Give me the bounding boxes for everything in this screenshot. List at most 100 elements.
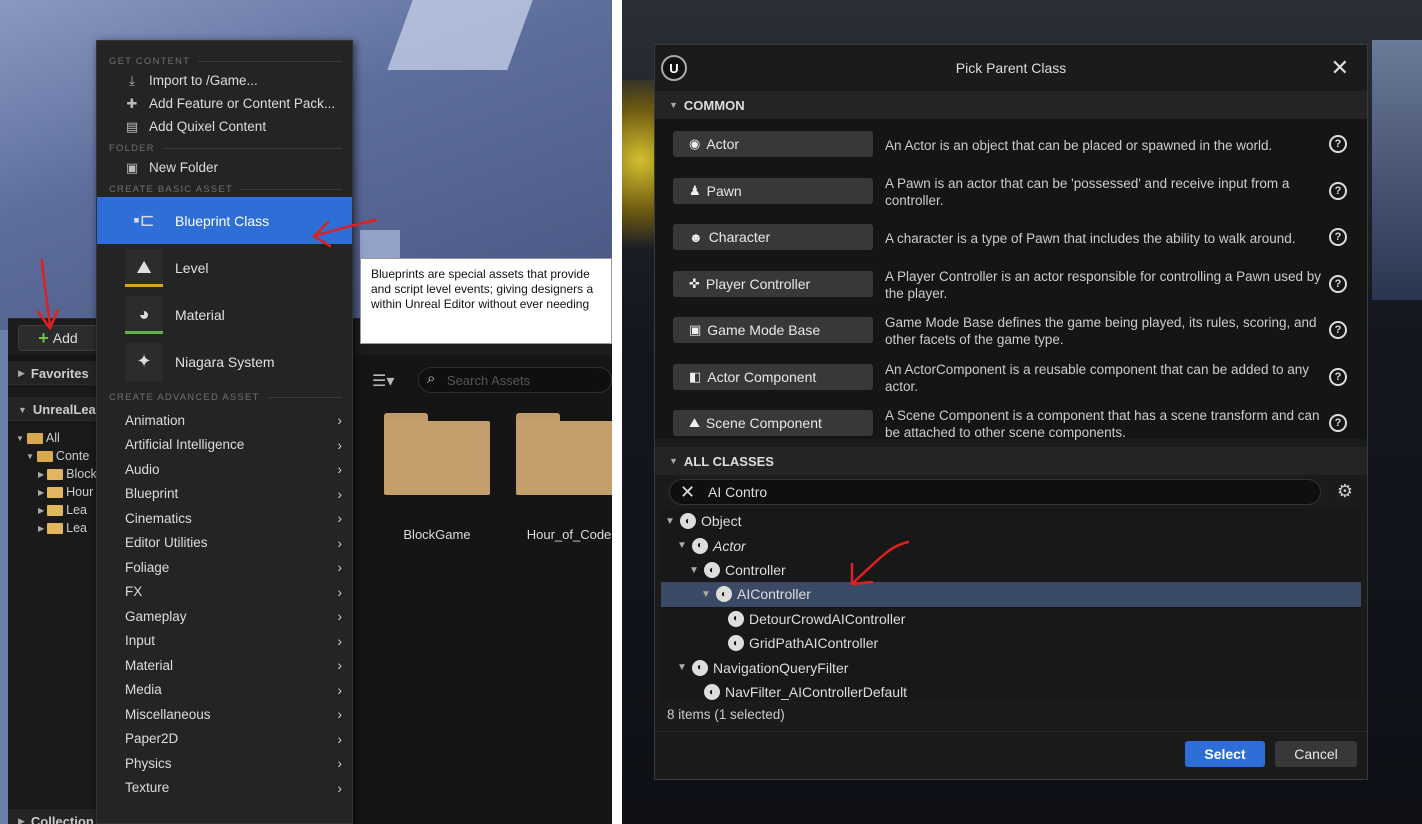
add-button[interactable]: + Add <box>18 325 98 351</box>
feature-pack-icon: ✚ <box>126 95 138 111</box>
filter-icon[interactable]: ☰▾ <box>372 371 394 391</box>
common-class-button[interactable]: ◉ Actor <box>673 131 873 157</box>
chevron-right-icon: › <box>337 681 342 698</box>
folder-tree-item[interactable]: ▼ All <box>8 429 100 447</box>
advanced-asset-submenu[interactable]: Blueprint › <box>97 482 352 507</box>
advanced-asset-submenu[interactable]: Animation › <box>97 408 352 433</box>
common-header[interactable]: ▼ COMMON <box>655 91 1367 119</box>
cancel-button[interactable]: Cancel <box>1275 741 1357 767</box>
collections-header[interactable]: ▶ Collection <box>8 809 100 824</box>
collapsed-triangle-icon: ▶ <box>38 523 45 533</box>
folder-label: Lea <box>66 521 88 535</box>
close-icon[interactable]: ✕ <box>1331 55 1349 81</box>
advanced-asset-submenu[interactable]: Physics › <box>97 751 352 776</box>
folder-label: Block <box>66 467 97 481</box>
folder-thumbnail[interactable] <box>384 413 490 495</box>
basic-asset-item[interactable]: ▪⊏ Blueprint Class <box>97 197 352 244</box>
class-tree-row[interactable]: ◐ NavFilter_AIControllerDefault <box>661 680 1361 705</box>
help-icon[interactable]: ? <box>1329 135 1347 153</box>
help-icon[interactable]: ? <box>1329 181 1347 200</box>
class-tree-row[interactable]: ◐ GridPathAIController <box>661 631 1361 656</box>
blueprint-tooltip: Blueprints are special assets that provi… <box>360 258 612 344</box>
menu-item[interactable]: ⤓ Import to /Game... <box>97 69 352 92</box>
common-class-button[interactable]: ♟ Pawn <box>673 177 873 204</box>
common-class-label: Character <box>708 229 771 245</box>
folder-tree-item[interactable]: ▶ Lea <box>8 519 100 537</box>
class-tree-row[interactable]: ▼ ◐ AIController <box>661 582 1361 607</box>
common-class-button[interactable]: ◧ Actor Component <box>673 363 873 390</box>
help-icon[interactable]: ? <box>1329 414 1347 432</box>
submenu-label: Editor Utilities <box>125 535 208 551</box>
import-icon: ⤓ <box>129 72 135 88</box>
folder-thumbnail[interactable] <box>516 413 612 495</box>
menu-item[interactable]: ▣ New Folder <box>97 156 352 179</box>
advanced-asset-submenu[interactable]: Editor Utilities › <box>97 531 352 556</box>
common-class-button[interactable]: ▣ Game Mode Base <box>673 317 873 343</box>
common-class-label: Game Mode Base <box>707 322 821 338</box>
advanced-asset-submenu[interactable]: Cinematics › <box>97 506 352 531</box>
menu-item[interactable]: ▤ Add Quixel Content <box>97 115 352 138</box>
pawn-icon: ♟ <box>689 182 701 198</box>
menu-item[interactable]: ✚ Add Feature or Content Pack... <box>97 92 352 115</box>
chevron-right-icon: › <box>337 461 342 478</box>
select-button[interactable]: Select <box>1185 741 1265 767</box>
class-tree-row[interactable]: ▼ ◐ Actor <box>661 533 1361 558</box>
basic-asset-item[interactable]: ✦ Niagara System <box>97 338 352 385</box>
help-icon[interactable]: ? <box>1329 367 1347 386</box>
advanced-asset-submenu[interactable]: Gameplay › <box>97 604 352 629</box>
item-count: 8 items (1 selected) <box>667 707 785 722</box>
submenu-label: Paper2D <box>125 731 179 747</box>
class-tree-row[interactable]: ▼ ◐ NavigationQueryFilter <box>661 655 1361 680</box>
advanced-asset-submenu[interactable]: Material › <box>97 653 352 678</box>
advanced-asset-submenu[interactable]: FX › <box>97 580 352 605</box>
add-menu: GET CONTENT ⤓ Import to /Game... ✚ Add Feat… <box>96 40 353 824</box>
submenu-label: Media <box>125 682 162 698</box>
class-tree-row[interactable]: ▼ ◐ Controller <box>661 558 1361 583</box>
class-icon: ◐ <box>704 684 720 701</box>
folder-tree-item[interactable]: ▶ Lea <box>8 501 100 519</box>
help-icon[interactable]: ? <box>1329 274 1347 293</box>
class-filter-input[interactable]: ✕ AI Contro <box>669 479 1321 505</box>
common-class-description: A Player Controller is an actor responsi… <box>885 268 1321 301</box>
gear-icon[interactable]: ⚙ <box>1337 481 1353 502</box>
common-class-button[interactable]: ✜ Player Controller <box>673 270 873 297</box>
advanced-asset-submenu[interactable]: Media › <box>97 678 352 703</box>
advanced-asset-submenu[interactable]: Audio › <box>97 457 352 482</box>
advanced-asset-submenu[interactable]: Input › <box>97 629 352 654</box>
advanced-asset-submenu[interactable]: Artificial Intelligence › <box>97 433 352 458</box>
class-name: GridPathAIController <box>749 635 879 652</box>
common-class-button[interactable]: ☻ Character <box>673 224 873 250</box>
clear-icon[interactable]: ✕ <box>680 482 695 503</box>
help-icon[interactable]: ? <box>1329 228 1347 246</box>
basic-asset-item[interactable]: ⛰ Level <box>97 244 352 291</box>
common-class-button[interactable]: ⛰ Scene Component <box>673 410 873 436</box>
all-classes-header[interactable]: ▼ ALL CLASSES <box>655 447 1367 475</box>
folder-name: gKit_ <box>608 527 612 542</box>
folder-tree-item[interactable]: ▶ Hour <box>8 483 100 501</box>
add-button-label: Add <box>52 330 78 346</box>
class-tree-row[interactable]: ◐ DetourCrowdAIController <box>661 607 1361 632</box>
expanded-triangle-icon: ▼ <box>16 433 24 443</box>
folder-label: All <box>45 431 60 445</box>
folder-tree-item[interactable]: ▼ Conte <box>8 447 100 465</box>
folder-icon <box>47 486 64 498</box>
project-header[interactable]: ▼ UnrealLea <box>8 397 100 423</box>
help-icon[interactable]: ? <box>1329 321 1347 339</box>
advanced-asset-submenu[interactable]: Paper2D › <box>97 727 352 752</box>
advanced-asset-submenu[interactable]: Miscellaneous › <box>97 702 352 727</box>
folder-icon <box>47 522 64 534</box>
advanced-asset-submenu[interactable]: Texture › <box>97 776 352 801</box>
pick-parent-class-screenshot: U Pick Parent Class ✕ ▼ COMMON ◉ Actor An … <box>622 0 1422 824</box>
basic-asset-item[interactable]: ◕ Material <box>97 291 352 338</box>
expanded-triangle-icon: ▼ <box>689 564 699 576</box>
advanced-asset-submenu[interactable]: Foliage › <box>97 555 352 580</box>
class-tree-row[interactable]: ▼ ◐ Object <box>661 509 1361 534</box>
class-tree: ▼ ◐ Object ▼ ◐ Actor ▼ ◐ Controller ▼ ◐ AIControlle… <box>661 509 1361 701</box>
favorites-header[interactable]: ▶ Favorites <box>8 361 100 387</box>
folder-tree-item[interactable]: ▶ Block <box>8 465 100 483</box>
folder-icon <box>47 468 64 480</box>
submenu-label: Input <box>125 633 156 649</box>
chevron-right-icon: › <box>337 755 342 772</box>
search-assets-input[interactable]: ⌕ Search Assets <box>418 367 612 393</box>
expanded-triangle-icon: ▼ <box>18 404 27 415</box>
